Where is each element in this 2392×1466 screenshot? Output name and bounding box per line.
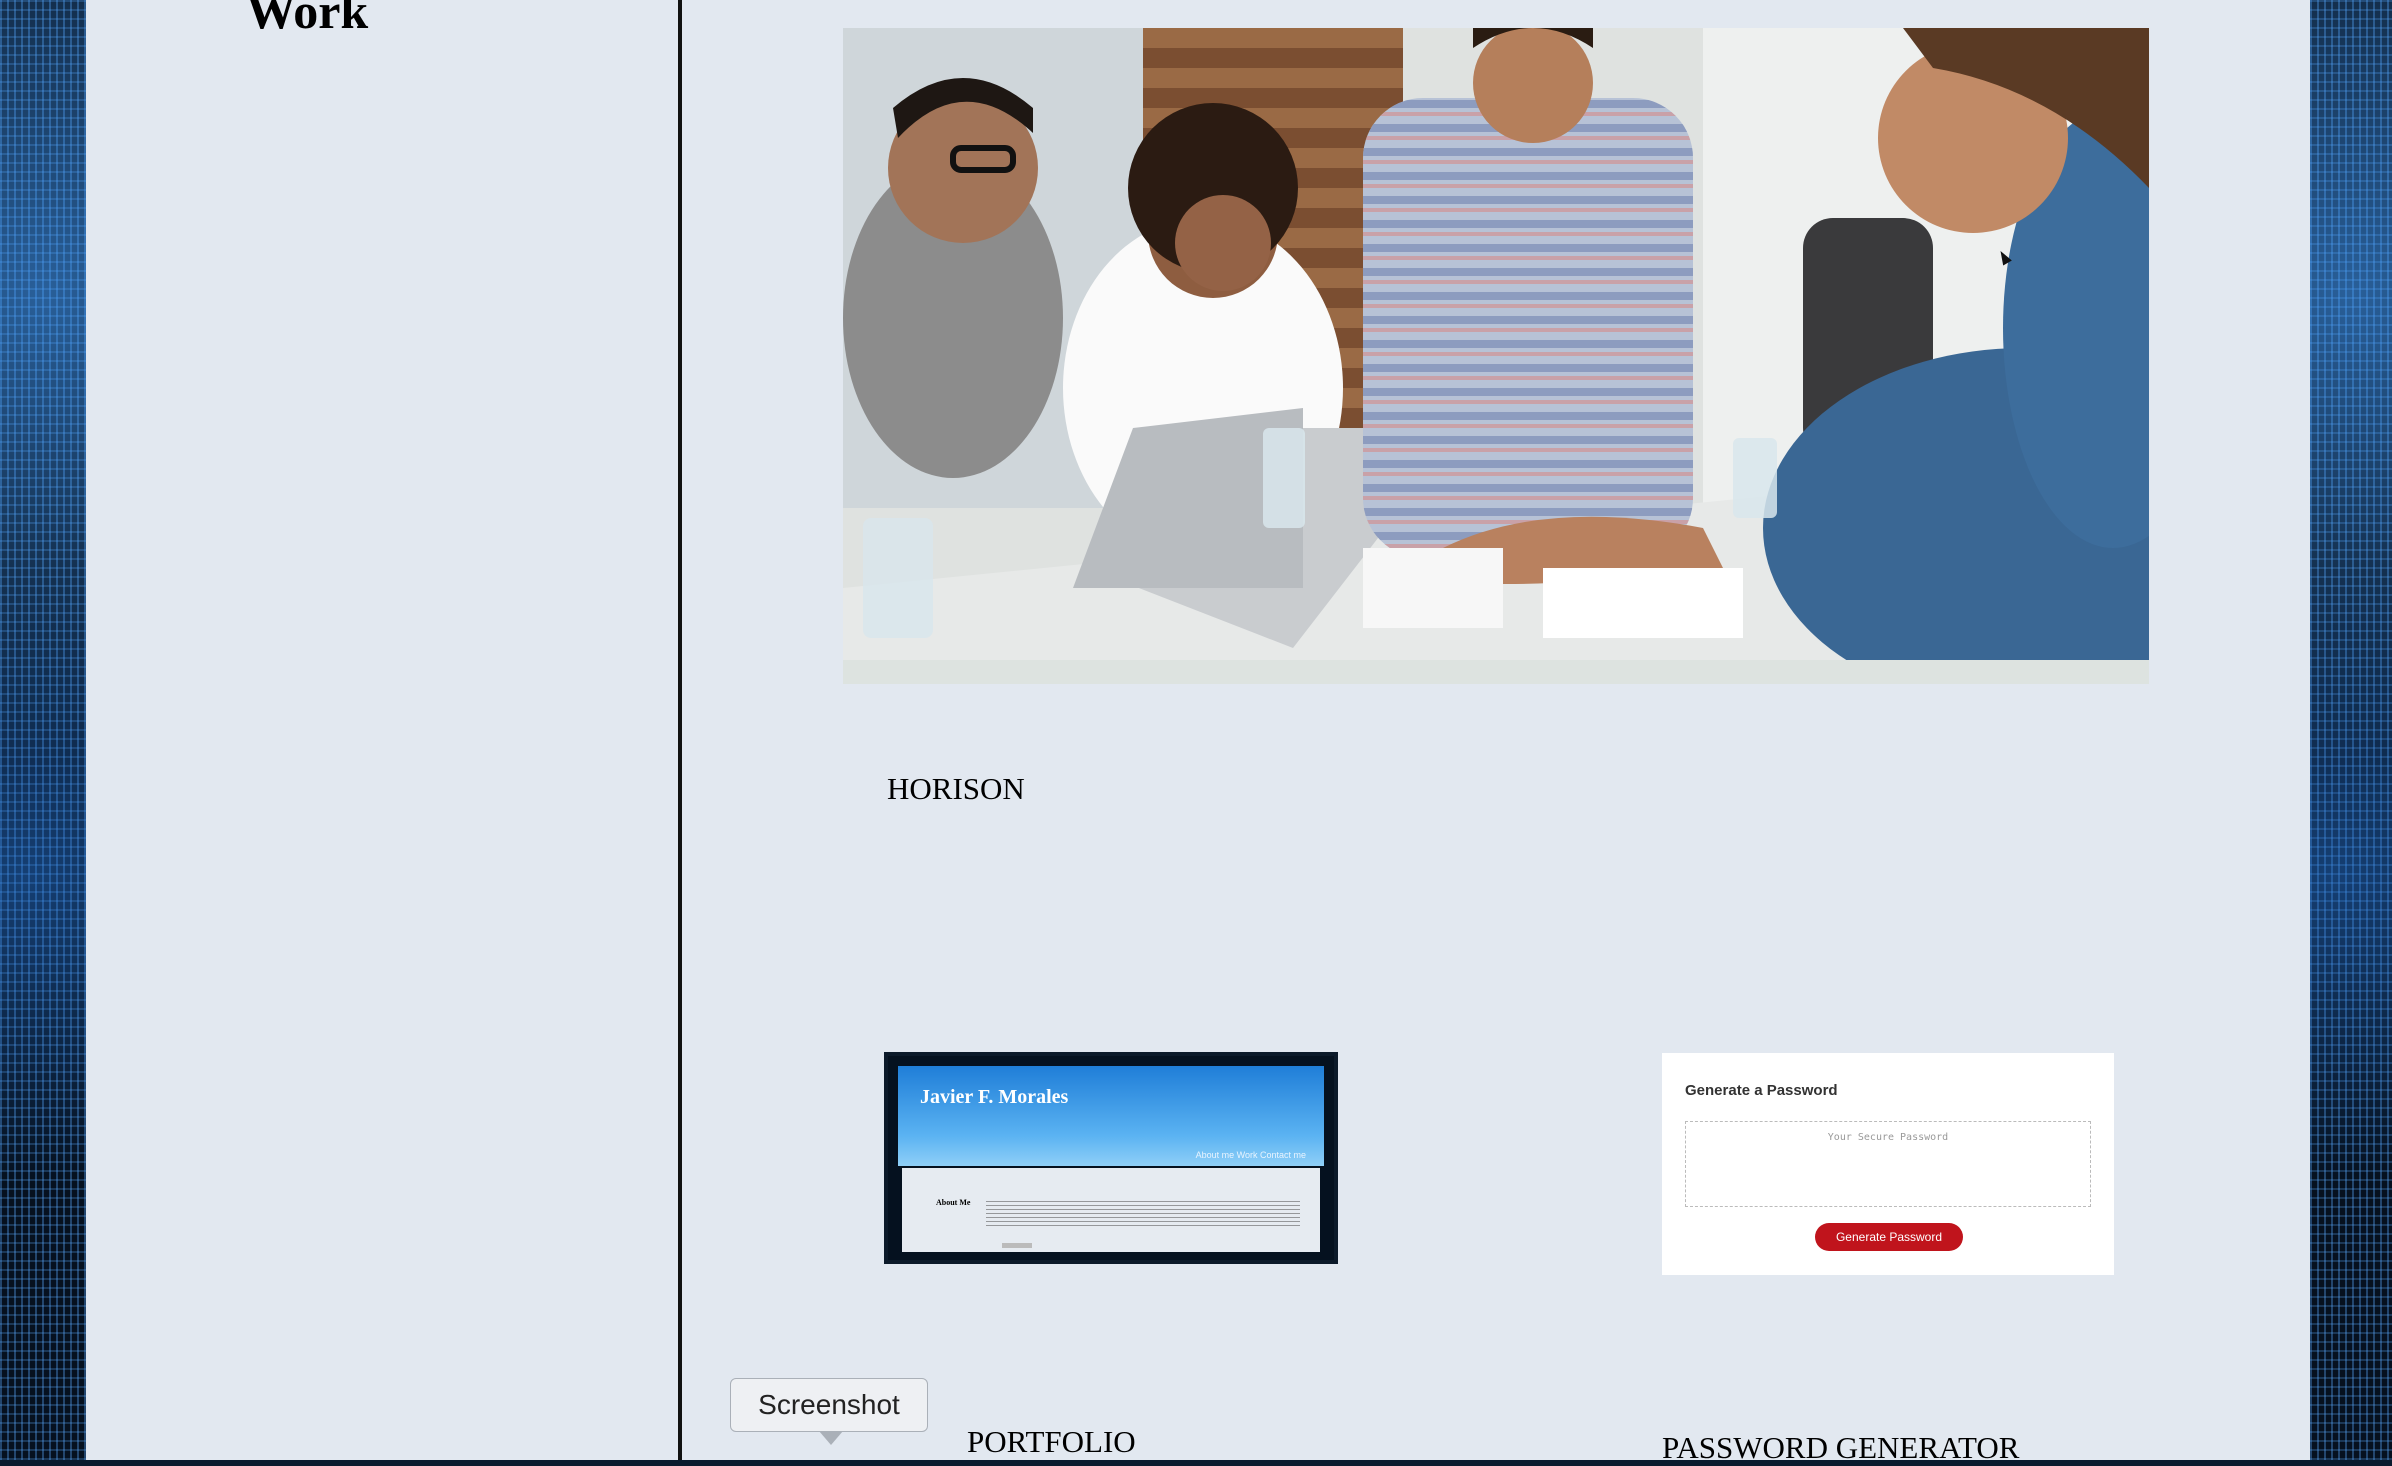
work-content: HORISON Javier F. Morales About me Work …	[682, 0, 2310, 1465]
password-generator-thumbnail[interactable]: Generate a Password Your Secure Password…	[1662, 1053, 2114, 1275]
portfolio-thumbnail[interactable]: Javier F. Morales About me Work Contact …	[884, 1052, 1338, 1264]
portfolio-about-label: About Me	[936, 1198, 971, 1207]
project-title-horison: HORISON	[887, 771, 1025, 806]
portfolio-banner: Javier F. Morales About me Work Contact …	[898, 1066, 1324, 1166]
work-heading: Work	[246, 0, 369, 39]
portfolio-nav: About me Work Contact me	[1195, 1150, 1306, 1160]
matrix-background-left	[0, 0, 86, 1460]
hero-image	[843, 28, 2149, 684]
portfolio-body: About Me	[902, 1168, 1320, 1252]
sidebar: Work	[86, 0, 682, 1460]
team-meeting-photo	[843, 28, 2149, 684]
generate-password-button: Generate Password	[1815, 1223, 1963, 1251]
password-heading: Generate a Password	[1685, 1082, 1838, 1099]
matrix-background-right	[2310, 0, 2392, 1460]
password-output-box: Your Secure Password	[1685, 1121, 2091, 1207]
page-container: Work HORISON Javier F. Morales About me …	[86, 0, 2310, 1465]
project-title-portfolio: PORTFOLIO	[967, 1424, 1136, 1459]
portfolio-owner-name: Javier F. Morales	[920, 1086, 1069, 1108]
screenshot-tooltip: Screenshot	[730, 1378, 928, 1445]
portfolio-mini-button	[1002, 1243, 1032, 1248]
portfolio-text-lines	[986, 1200, 1300, 1226]
project-title-password-generator: PASSWORD GENERATOR	[1662, 1430, 2020, 1465]
